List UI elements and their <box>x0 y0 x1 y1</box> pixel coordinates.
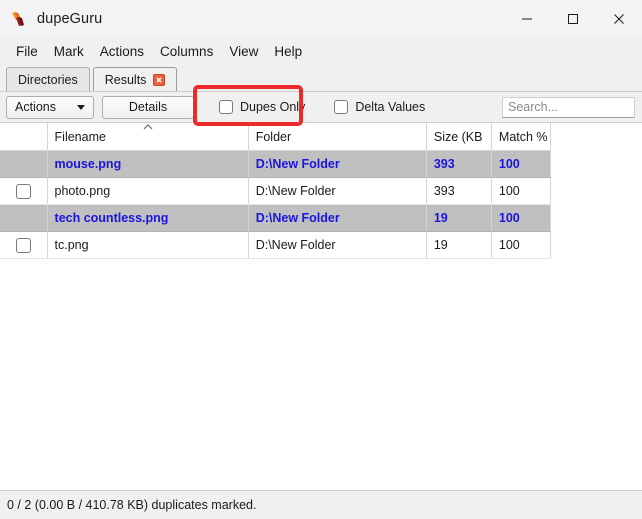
actions-button[interactable]: Actions <box>6 95 94 119</box>
menu-item-file[interactable]: File <box>8 41 46 62</box>
window-title: dupeGuru <box>37 11 103 27</box>
minimize-icon <box>522 18 532 20</box>
column-header-match[interactable]: Match % <box>491 123 552 151</box>
row-match-cell: 100 <box>491 231 552 259</box>
row-checkbox[interactable] <box>15 237 31 253</box>
menu-item-mark[interactable]: Mark <box>46 41 92 62</box>
status-bar: 0 / 2 (0.00 B / 410.78 KB) duplicates ma… <box>0 490 642 519</box>
tab-results-label: Results <box>104 72 147 87</box>
row-folder-cell: D:\New Folder <box>248 204 427 232</box>
row-filename-cell: mouse.png <box>47 150 249 178</box>
row-match-cell: 100 <box>491 177 552 205</box>
delta-values-checkbox-box[interactable] <box>334 100 349 114</box>
window-controls <box>504 0 642 38</box>
column-header-match-label: Match % <box>498 129 548 144</box>
results-toolbar: Actions Details Dupes Only Delta Values <box>0 91 642 122</box>
menu-bar: File Mark Actions Columns View Help <box>0 38 642 65</box>
column-header-folder-label: Folder <box>255 129 292 144</box>
maximize-icon <box>568 14 578 24</box>
delta-values-checkbox[interactable]: Delta Values <box>334 100 425 114</box>
chevron-up-icon <box>143 124 153 130</box>
column-header-filename-label: Filename <box>54 129 106 144</box>
results-panel[interactable]: Filename Folder Size (KB Match % mouse.p… <box>0 122 642 490</box>
chevron-down-icon <box>77 104 85 110</box>
column-header-size-label: Size (KB <box>433 129 483 144</box>
dupes-only-checkbox-box[interactable] <box>219 100 233 114</box>
dupes-only-checkbox[interactable]: Dupes Only <box>219 100 305 114</box>
row-checkbox[interactable] <box>15 183 31 199</box>
row-size-cell: 393 <box>426 150 492 178</box>
row-folder-cell: D:\New Folder <box>248 177 427 205</box>
row-check-cell <box>0 150 48 178</box>
details-button[interactable]: Details <box>102 95 194 119</box>
column-header-filename[interactable]: Filename <box>47 123 249 151</box>
row-size-cell: 19 <box>426 231 492 259</box>
table-row[interactable]: mouse.png D:\New Folder 393 100 <box>0 150 552 178</box>
tab-directories-label: Directories <box>18 72 78 87</box>
row-filename-cell: photo.png <box>47 177 249 205</box>
minimize-button[interactable] <box>504 0 550 38</box>
column-header-check[interactable] <box>0 123 48 151</box>
menu-item-actions[interactable]: Actions <box>92 41 152 62</box>
row-size-cell: 393 <box>426 177 492 205</box>
row-check-cell <box>0 204 48 232</box>
status-text: 0 / 2 (0.00 B / 410.78 KB) duplicates ma… <box>7 498 257 512</box>
details-button-label: Details <box>128 100 168 114</box>
row-match-cell: 100 <box>491 204 552 232</box>
delta-values-label: Delta Values <box>355 100 426 114</box>
close-icon <box>614 14 624 24</box>
title-bar: dupeGuru <box>0 0 642 39</box>
row-folder-cell: D:\New Folder <box>248 150 427 178</box>
row-filename-cell: tc.png <box>47 231 249 259</box>
row-match-cell: 100 <box>491 150 552 178</box>
maximize-button[interactable] <box>550 0 596 38</box>
column-header-size[interactable]: Size (KB <box>426 123 492 151</box>
close-button[interactable] <box>596 0 642 38</box>
actions-button-label: Actions <box>15 100 56 114</box>
row-filename-cell: tech countless.png <box>47 204 249 232</box>
menu-item-help[interactable]: Help <box>266 41 310 62</box>
table-header-row: Filename Folder Size (KB Match % <box>0 123 552 151</box>
dupes-only-label: Dupes Only <box>240 100 306 114</box>
tab-directories[interactable]: Directories <box>6 67 90 91</box>
tab-close-icon[interactable] <box>153 73 166 86</box>
table-row[interactable]: tech countless.png D:\New Folder 19 100 <box>0 204 552 232</box>
search-input[interactable] <box>502 96 635 118</box>
tab-bar: Directories Results <box>0 65 642 91</box>
dupeguru-window: dupeGuru File Mark Actions Columns View … <box>0 0 642 519</box>
row-check-cell[interactable] <box>0 177 48 205</box>
row-folder-cell: D:\New Folder <box>248 231 427 259</box>
results-table: Filename Folder Size (KB Match % mouse.p… <box>0 123 552 259</box>
menu-item-view[interactable]: View <box>221 41 266 62</box>
row-size-cell: 19 <box>426 204 492 232</box>
table-row[interactable]: photo.png D:\New Folder 393 100 <box>0 177 552 205</box>
menu-item-columns[interactable]: Columns <box>152 41 221 62</box>
dupeguru-app-icon <box>9 10 27 28</box>
table-row[interactable]: tc.png D:\New Folder 19 100 <box>0 231 552 259</box>
tab-results[interactable]: Results <box>92 67 178 91</box>
row-check-cell[interactable] <box>0 231 48 259</box>
column-header-folder[interactable]: Folder <box>248 123 427 151</box>
